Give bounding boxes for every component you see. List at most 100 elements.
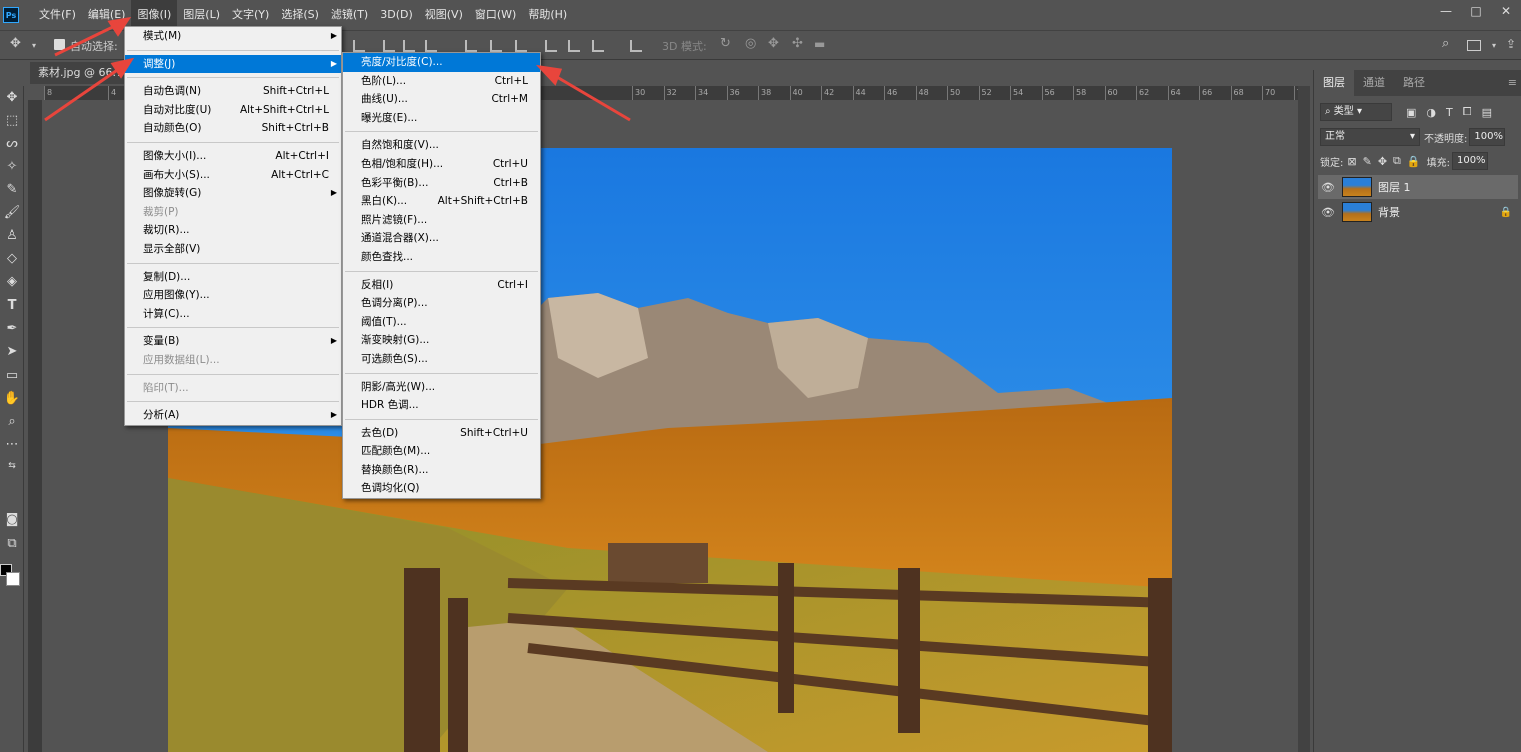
document-tab[interactable]: 素材.jpg @ 66.7 (30, 62, 125, 84)
kind-filter-select[interactable]: ⌕ 类型 ▾ (1320, 103, 1392, 121)
path-select-tool-icon[interactable]: ➤ (2, 342, 22, 362)
3d-scale-icon[interactable]: ▬ (814, 37, 825, 51)
screen-mode-icon[interactable]: ⧉ (2, 534, 22, 554)
menu-item[interactable]: 自动对比度(U) Alt+Shift+Ctrl+L (125, 101, 341, 120)
menu-item[interactable]: 计算(C)... (125, 305, 341, 324)
vertical-scrollbar[interactable] (1298, 86, 1310, 752)
menu-1[interactable]: 文件(F) (33, 0, 82, 30)
menu-item[interactable]: 显示全部(V) (125, 240, 341, 259)
menu-item[interactable]: 画布大小(S)... Alt+Ctrl+C (125, 166, 341, 185)
auto-select-checkbox[interactable] (54, 39, 65, 50)
distribute-top-icon[interactable] (465, 40, 477, 52)
auto-align-icon[interactable] (630, 40, 642, 52)
distribute-vcenter-icon[interactable] (490, 40, 502, 52)
menu-9[interactable]: 视图(V) (419, 0, 469, 30)
menu-item[interactable]: 曲线(U)... Ctrl+M (343, 90, 540, 109)
chevron-down-icon[interactable]: ▾ (32, 41, 36, 50)
eraser-tool-icon[interactable]: ◇ (2, 249, 22, 269)
3d-roll-icon[interactable]: ◎ (745, 36, 756, 51)
more-tools-icon[interactable]: ⋯ (2, 435, 22, 455)
menu-10[interactable]: 窗口(W) (469, 0, 522, 30)
menu-item[interactable]: 颜色查找... (343, 248, 540, 267)
align-top-icon[interactable] (353, 40, 365, 52)
hand-tool-icon[interactable]: ✋ (2, 389, 22, 409)
visibility-eye-icon[interactable]: 👁 (1318, 206, 1338, 219)
filter-smart-icon[interactable]: ▤ (1482, 106, 1492, 119)
pen-tool-icon[interactable]: ✒ (2, 319, 22, 339)
quick-mask-icon[interactable]: ◙ (2, 510, 22, 530)
lock-all-icon[interactable]: 🔒 (1407, 155, 1421, 168)
menu-item[interactable]: 匹配颜色(M)... (343, 442, 540, 461)
tab-paths[interactable]: 路径 (1394, 70, 1434, 96)
menu-item[interactable]: 反相(I) Ctrl+I (343, 276, 540, 295)
menu-item[interactable]: 自然饱和度(V)... (343, 136, 540, 155)
menu-item[interactable]: 自动颜色(O) Shift+Ctrl+B (125, 119, 341, 138)
menu-item[interactable]: 变量(B) ▶ (125, 332, 341, 351)
distribute-left-icon[interactable] (545, 40, 557, 52)
distribute-right-icon[interactable] (592, 40, 604, 52)
3d-rotate-icon[interactable]: ↻ (720, 36, 731, 51)
menu-item[interactable]: 可选颜色(S)... (343, 350, 540, 369)
eyedropper-tool-icon[interactable]: ✎ (2, 180, 22, 200)
menu-item[interactable]: 色调均化(Q) (343, 479, 540, 498)
layer-name[interactable]: 背景 (1378, 204, 1500, 220)
paint-bucket-tool-icon[interactable]: ◈ (2, 272, 22, 292)
filter-pixel-icon[interactable]: ▣ (1406, 106, 1416, 119)
menu-item[interactable]: 分析(A) ▶ (125, 406, 341, 425)
menu-item[interactable]: 通道混合器(X)... (343, 229, 540, 248)
menu-item[interactable]: 色相/饱和度(H)... Ctrl+U (343, 155, 540, 174)
filter-adjust-icon[interactable]: ◑ (1426, 106, 1436, 119)
menu-item[interactable]: 复制(D)... (125, 268, 341, 287)
lasso-tool-icon[interactable]: ᔕ (2, 134, 22, 154)
workspace-icon[interactable] (1467, 40, 1481, 51)
filter-shape-icon[interactable]: ⧠ (1463, 105, 1472, 119)
share-icon[interactable]: ⇪ (1506, 37, 1516, 51)
blend-mode-select[interactable]: 正常 ▾ (1320, 128, 1420, 146)
move-tool-icon[interactable]: ✥ (10, 36, 21, 51)
tab-channels[interactable]: 通道 (1354, 70, 1394, 96)
3d-slide-icon[interactable]: ✣ (792, 36, 803, 51)
menu-item[interactable]: 阴影/高光(W)... (343, 378, 540, 397)
distribute-hcenter-icon[interactable] (568, 40, 580, 52)
menu-item[interactable]: 阈值(T)... (343, 313, 540, 332)
opacity-input[interactable]: 100% (1469, 128, 1506, 146)
lock-position-icon[interactable]: ✥ (1378, 155, 1387, 168)
align-left-icon[interactable] (425, 40, 437, 52)
3d-pan-icon[interactable]: ✥ (768, 36, 779, 51)
type-tool-icon[interactable]: T (2, 296, 22, 316)
menu-item[interactable]: 调整(J) ▶ (125, 54, 341, 74)
search-icon[interactable]: ⌕ (1442, 36, 1449, 51)
menu-item[interactable]: HDR 色调... (343, 396, 540, 415)
close-button[interactable]: ✕ (1491, 0, 1521, 22)
menu-item[interactable]: 色阶(L)... Ctrl+L (343, 72, 540, 91)
menu-8[interactable]: 3D(D) (374, 0, 419, 30)
menu-item[interactable]: 自动色调(N) Shift+Ctrl+L (125, 82, 341, 101)
menu-11[interactable]: 帮助(H) (522, 0, 573, 30)
background-color-swatch[interactable] (6, 572, 20, 586)
panel-menu-icon[interactable]: ≡ (1508, 76, 1517, 89)
menu-item[interactable]: 色彩平衡(B)... Ctrl+B (343, 174, 540, 193)
distribute-bottom-icon[interactable] (515, 40, 527, 52)
menu-item[interactable]: 去色(D) Shift+Ctrl+U (343, 424, 540, 443)
stamp-tool-icon[interactable]: ♙ (2, 226, 22, 246)
swap-colors-icon[interactable]: ⇆ (2, 456, 22, 476)
menu-item[interactable]: 裁切(R)... (125, 221, 341, 240)
menu-item[interactable]: 图像旋转(G) ▶ (125, 184, 341, 203)
lock-artboard-icon[interactable]: ⧉ (1393, 154, 1401, 168)
lock-paint-icon[interactable]: ✎ (1363, 155, 1372, 168)
align-vcenter-icon[interactable] (383, 40, 395, 52)
layer-row[interactable]: 👁 图层 1 (1318, 175, 1518, 199)
layer-row[interactable]: 👁 背景 🔒 (1318, 200, 1518, 224)
shape-tool-icon[interactable]: ▭ (2, 366, 22, 386)
lock-icon[interactable]: 🔒 (1500, 207, 1512, 218)
menu-item[interactable]: 照片滤镜(F)... (343, 211, 540, 230)
magic-wand-tool-icon[interactable]: ✧ (2, 157, 22, 177)
filter-type-icon[interactable]: T (1446, 106, 1453, 119)
maximize-button[interactable]: □ (1461, 0, 1491, 22)
marquee-tool-icon[interactable]: ⬚ (2, 111, 22, 131)
menu-item[interactable]: 渐变映射(G)... (343, 331, 540, 350)
align-bottom-icon[interactable] (403, 40, 415, 52)
menu-item[interactable]: 应用图像(Y)... (125, 286, 341, 305)
fill-input[interactable]: 100% (1451, 152, 1488, 170)
zoom-tool-icon[interactable]: ⌕ (2, 412, 22, 432)
